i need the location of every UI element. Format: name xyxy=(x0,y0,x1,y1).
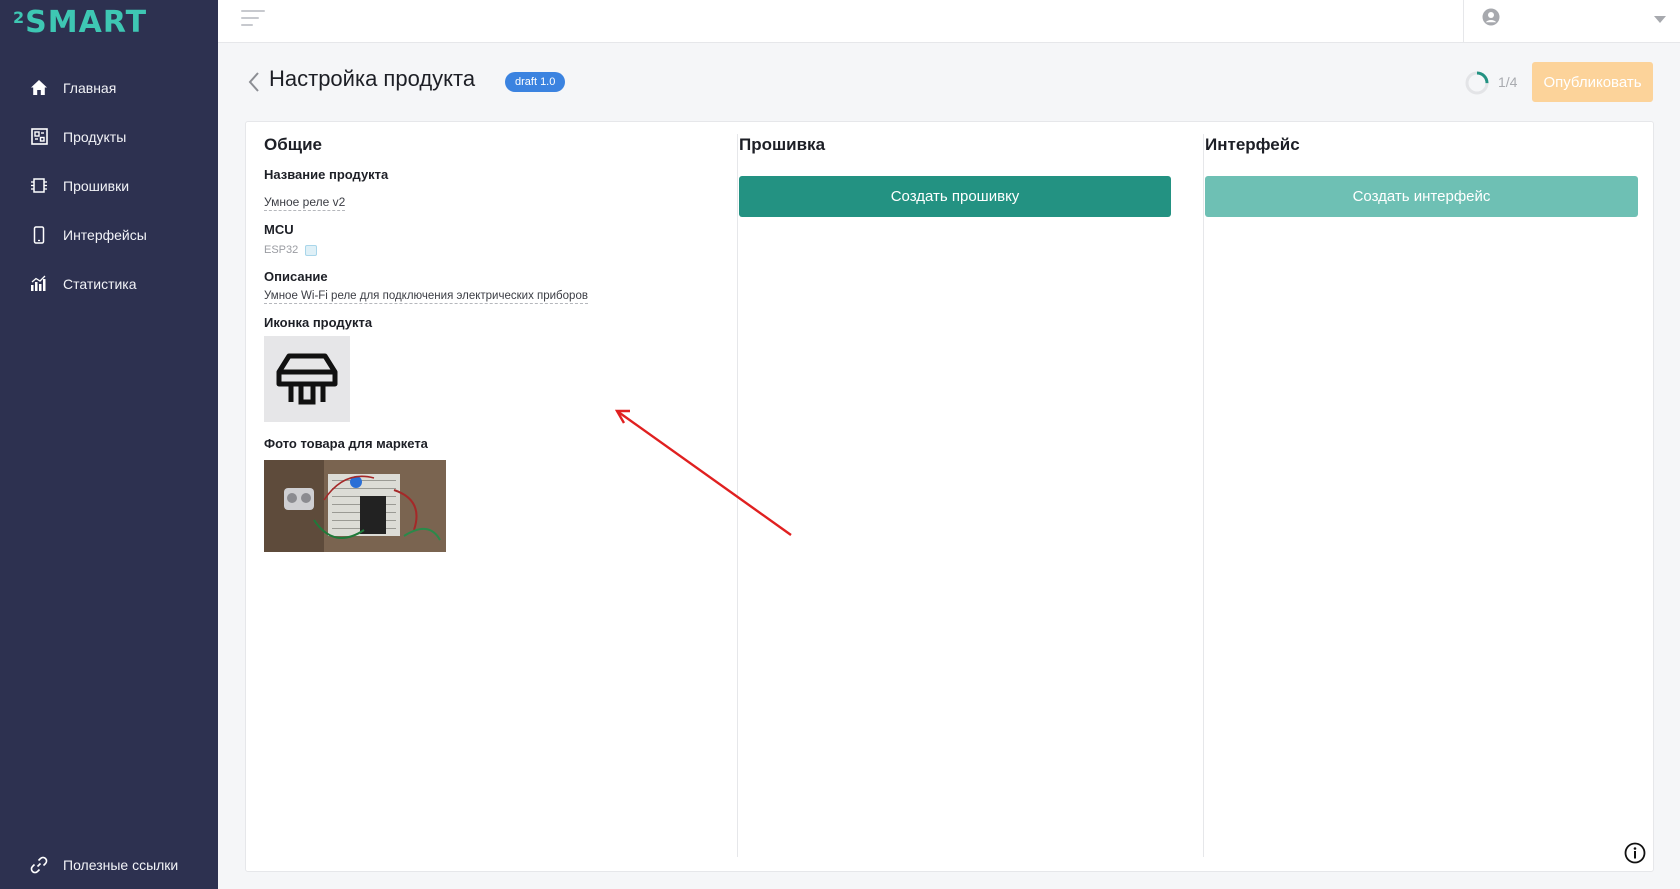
logo-superscript: 2 xyxy=(13,8,26,27)
link-icon xyxy=(29,855,49,875)
column-divider xyxy=(737,134,738,857)
home-icon xyxy=(29,78,49,98)
interface-section-title: Интерфейс xyxy=(1205,135,1300,154)
page-title: Настройка продукта xyxy=(269,66,476,91)
sidebar-item-label: Статистика xyxy=(63,275,137,292)
sidebar-item-label: Продукты xyxy=(63,128,127,145)
chip-icon xyxy=(29,176,49,196)
create-interface-button[interactable]: Создать интерфейс xyxy=(1205,176,1638,217)
product-name-value[interactable]: Умное реле v2 xyxy=(264,195,346,211)
sidebar-item-firmware[interactable]: Прошивки xyxy=(0,161,218,210)
breadboard-photo xyxy=(264,460,446,552)
chevron-left-icon xyxy=(248,72,259,92)
user-avatar-icon xyxy=(1482,8,1500,31)
step-counter: 1/4 xyxy=(1498,74,1518,90)
status-badge: draft 1.0 xyxy=(505,72,566,92)
mcu-label: MCU xyxy=(264,222,294,237)
sidebar-item-interfaces[interactable]: Интерфейсы xyxy=(0,210,218,259)
info-icon[interactable] xyxy=(1624,842,1646,864)
phone-icon xyxy=(29,225,49,245)
relay-icon xyxy=(276,353,338,405)
back-button[interactable] xyxy=(246,70,262,94)
products-icon xyxy=(29,127,49,147)
sidebar-item-label: Прошивки xyxy=(63,177,130,194)
publish-button[interactable]: Опубликовать xyxy=(1532,62,1653,102)
product-name-label: Название продукта xyxy=(264,167,389,182)
description-label: Описание xyxy=(264,269,328,284)
product-settings-panel: Общие Название продукта Умное реле v2 MC… xyxy=(245,121,1654,872)
create-firmware-button[interactable]: Создать прошивку xyxy=(739,176,1171,217)
user-menu[interactable] xyxy=(1463,0,1680,43)
sidebar-item-label: Полезные ссылки xyxy=(63,856,179,873)
product-icon-label: Иконка продукта xyxy=(264,315,373,330)
sidebar-item-label: Главная xyxy=(63,79,117,96)
sidebar-bottom: Полезные ссылки xyxy=(0,840,218,889)
market-photo-image[interactable] xyxy=(264,460,446,552)
column-divider xyxy=(1203,134,1204,857)
firmware-section-title: Прошивка xyxy=(739,135,826,154)
sidebar-item-label: Интерфейсы xyxy=(63,226,147,243)
sidebar-nav: Главная Продукты Прошивки Интерфейсы Ста… xyxy=(0,63,218,308)
sidebar-item-useful-links[interactable]: Полезные ссылки xyxy=(0,840,218,889)
sidebar-item-home[interactable]: Главная xyxy=(0,63,218,112)
logo-wordmark: SMART xyxy=(25,5,148,40)
top-bar xyxy=(218,0,1680,43)
app-logo[interactable]: 2 SMART xyxy=(13,6,147,42)
sidebar-item-products[interactable]: Продукты xyxy=(0,112,218,161)
market-photo-label: Фото товара для маркета xyxy=(264,436,428,451)
menu-toggle-icon[interactable] xyxy=(241,10,267,32)
product-icon-image[interactable] xyxy=(264,336,350,422)
mcu-value: ESP32 xyxy=(264,244,318,256)
sidebar-item-stats[interactable]: Статистика xyxy=(0,259,218,308)
stats-icon xyxy=(29,274,49,294)
mcu-value-text: ESP32 xyxy=(264,244,299,256)
general-section-title: Общие xyxy=(264,135,322,154)
chevron-down-icon xyxy=(1654,16,1666,23)
sidebar: 2 SMART Главная Продукты Прошивки Интерф… xyxy=(0,0,218,889)
description-value[interactable]: Умное Wi-Fi реле для подключения электри… xyxy=(264,290,588,304)
progress-ring-icon xyxy=(1464,70,1490,96)
mcu-chip-icon xyxy=(305,244,318,256)
